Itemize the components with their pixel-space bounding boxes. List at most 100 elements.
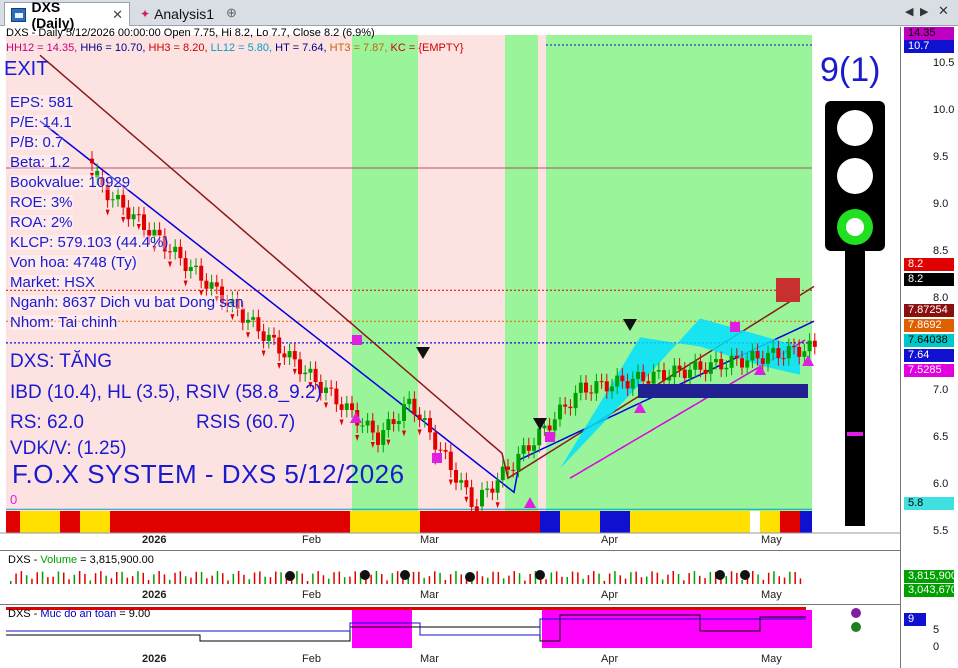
- month-apr-label: Apr: [601, 589, 619, 601]
- candle-body: [599, 381, 604, 383]
- volume-bar: [184, 576, 187, 584]
- trend-band-segment: [560, 511, 600, 533]
- close-window-icon[interactable]: ✕: [938, 3, 949, 19]
- volume-bar: [460, 574, 462, 584]
- volume-bar: [349, 576, 351, 584]
- volume-bar: [423, 577, 425, 584]
- trend-band-segment: [80, 511, 110, 533]
- candle-body: [807, 340, 812, 352]
- traffic-light: [825, 101, 885, 526]
- volume-bar: [789, 571, 791, 584]
- candle-body: [511, 469, 516, 471]
- tab-label: DXS (Daily): [31, 0, 75, 31]
- safety-dot-purple: [851, 608, 861, 618]
- volume-bar: [370, 574, 372, 584]
- price-pane[interactable]: DXS - Daily 5/12/2026 00:00:00 Open 7.75…: [0, 27, 900, 546]
- volume-bar: [343, 577, 346, 584]
- volume-bar: [555, 571, 558, 584]
- volume-bar: [646, 576, 648, 584]
- date-axis-price: 2026 Feb Mar Apr May: [0, 533, 900, 547]
- volume-bar: [121, 571, 123, 584]
- candle-body: [136, 214, 141, 216]
- tab-dxs-daily[interactable]: DXS (Daily) ✕: [4, 0, 130, 31]
- volume-bar: [725, 576, 727, 584]
- volume-bar: [773, 571, 775, 584]
- volume-bar: [100, 571, 102, 584]
- tag-hh6: 10.7: [904, 40, 954, 53]
- volume-bar: [608, 573, 611, 584]
- volume-bar: [752, 571, 754, 584]
- volume-bar: [322, 575, 325, 584]
- roe-label: ROE: 3%: [10, 194, 73, 211]
- tab-analysis1[interactable]: ✦ Analysis1: [134, 2, 230, 26]
- volume-bar: [78, 571, 81, 584]
- candle-body: [324, 387, 328, 394]
- candle-body: [282, 353, 287, 358]
- candle-body: [776, 348, 781, 359]
- tag-ll12: 5.8: [904, 497, 954, 510]
- candle-body: [630, 378, 635, 389]
- candle-body: [344, 403, 349, 410]
- volume-bar: [386, 580, 388, 584]
- tick-8-5: 8.5: [933, 245, 949, 257]
- levels-header: HH12 = 14.35, HH6 = 10.70, HH3 = 8.20, L…: [6, 43, 464, 54]
- volume-bar: [131, 576, 134, 584]
- safety-label-value: = 9.00: [116, 608, 151, 620]
- candle-body: [708, 362, 713, 374]
- candle-body: [802, 351, 807, 357]
- volume-bar: [524, 580, 526, 584]
- candle-body: [812, 340, 817, 347]
- volume-bar: [20, 571, 23, 584]
- exit-label: EXIT: [4, 58, 49, 80]
- volume-pane[interactable]: DXS - Volume = 3,815,900.00: [0, 550, 900, 588]
- safety-zone: [352, 610, 412, 648]
- volume-bar: [661, 579, 664, 584]
- volume-bar: [94, 573, 97, 584]
- volume-bar: [36, 572, 38, 584]
- scroll-left-icon[interactable]: ◀: [905, 5, 913, 18]
- volume-bar: [794, 572, 796, 584]
- candle-body: [376, 432, 380, 445]
- trend-band-segment: [750, 511, 760, 533]
- safety-tick-5: 5: [933, 624, 940, 636]
- candle-body: [594, 381, 599, 394]
- volume-bar: [312, 573, 314, 584]
- candle-body: [568, 406, 573, 409]
- signal-pole: [845, 251, 865, 526]
- scroll-right-icon[interactable]: ▶: [920, 5, 928, 18]
- zero-label: 0: [10, 492, 18, 507]
- light-green-center: [846, 218, 864, 236]
- trend-band: [0, 511, 900, 534]
- trend-band-segment: [600, 511, 630, 533]
- tag-magenta-line: 7.5285: [904, 364, 954, 377]
- market-label: Market: HSX: [10, 274, 96, 291]
- candle-body: [360, 425, 365, 427]
- volume-bar: [269, 577, 272, 584]
- pole-marker: [847, 432, 863, 436]
- candle-body: [183, 258, 188, 272]
- volume-bar: [195, 571, 197, 584]
- magenta-square-marker: [432, 453, 442, 463]
- volume-bar: [142, 572, 144, 584]
- volume-bar: [762, 579, 765, 584]
- fox-system-title: F.O.X SYSTEM - DXS 5/12/2026: [12, 459, 405, 489]
- candle-body: [797, 346, 802, 357]
- trend-band-segment: [670, 511, 750, 533]
- candle-body: [604, 381, 609, 392]
- candle-body: [334, 388, 339, 405]
- volume-bar: [476, 571, 478, 584]
- volume-bar: [783, 577, 786, 584]
- candle-body: [261, 331, 266, 341]
- safety-level-pane[interactable]: DXS - Muc do an toan = 9.00: [0, 604, 900, 650]
- volume-bar: [222, 573, 224, 584]
- candle-body: [256, 317, 261, 332]
- new-tab-icon[interactable]: ⊕: [226, 5, 237, 21]
- candle-body: [490, 488, 495, 493]
- tick-9-5: 9.5: [933, 151, 949, 163]
- close-icon[interactable]: ✕: [112, 7, 123, 23]
- price-axis[interactable]: 10.5 10.0 9.5 9.0 8.5 8.0 7.0 6.5 6.0 5.…: [900, 27, 958, 668]
- candle-body: [786, 346, 791, 359]
- volume-bar: [619, 575, 621, 584]
- volume-bar: [10, 581, 12, 584]
- candle-body: [329, 387, 334, 389]
